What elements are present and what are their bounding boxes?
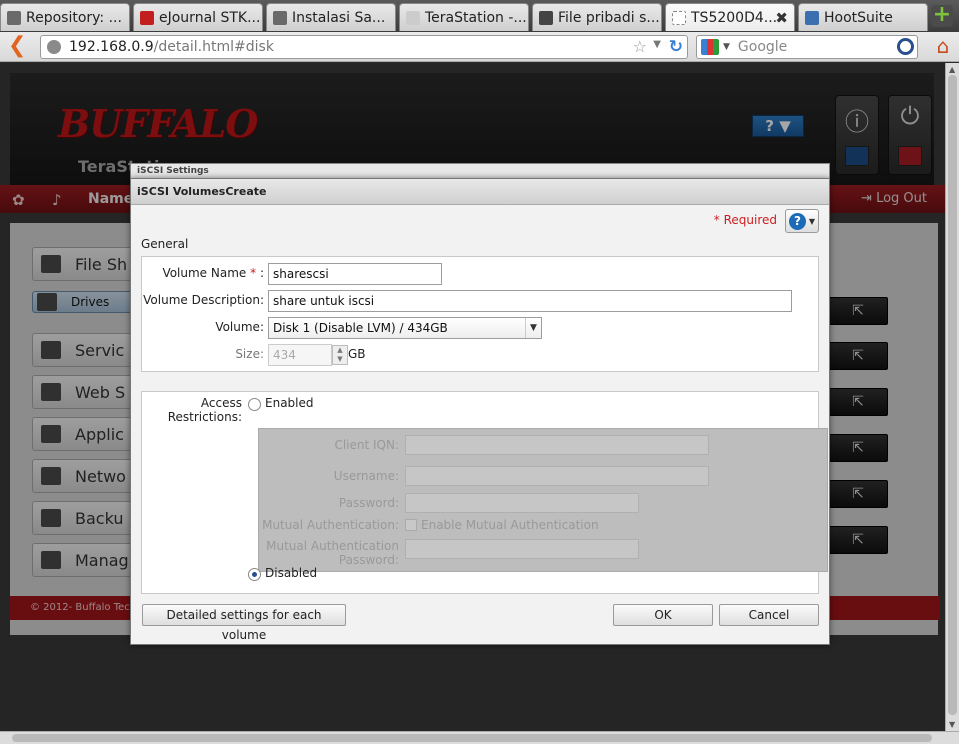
browser-tab[interactable]: Instalasi Sa...: [266, 3, 396, 31]
address-bar[interactable]: 192.168.0.9/detail.html#disk ☆ ▼ ↻: [40, 35, 688, 59]
new-tab-button[interactable]: +: [931, 4, 953, 27]
vertical-scrollbar[interactable]: ▲ ▼: [945, 63, 959, 731]
folder-icon: [539, 10, 553, 25]
close-tab-icon[interactable]: ✖: [775, 9, 788, 27]
search-box[interactable]: ▼ Google: [696, 35, 918, 59]
access-restrictions-fieldset: Access Restrictions: Enabled Client IQN: …: [141, 391, 828, 594]
ok-button[interactable]: OK: [613, 604, 713, 626]
reload-icon[interactable]: ↻: [669, 37, 683, 57]
scroll-thumb[interactable]: [948, 75, 957, 715]
url-host: 192.168.0.9: [69, 39, 154, 55]
username-input[interactable]: [405, 466, 709, 486]
section-general-title: General: [141, 237, 189, 251]
client-iqn-input[interactable]: [405, 435, 709, 455]
browser-toolbar: ❮ 192.168.0.9/detail.html#disk ☆ ▼ ↻ ▼ G…: [0, 32, 959, 62]
volume-description-label: Volume Description:: [143, 293, 264, 307]
google-icon: [701, 39, 719, 55]
browser-tab-active[interactable]: TS5200D4... ✖: [665, 3, 795, 31]
hootsuite-icon: [805, 10, 819, 25]
volume-name-label: Volume Name * :: [162, 266, 264, 280]
size-stepper[interactable]: ▲ ▼: [332, 345, 348, 365]
browser-tab[interactable]: eJournal STK...: [133, 3, 263, 31]
enable-mutual-auth-checkbox[interactable]: [405, 519, 417, 531]
horizontal-scrollbar[interactable]: [0, 731, 959, 744]
back-arrow-icon[interactable]: ❮: [8, 35, 30, 59]
page-icon: [273, 10, 287, 25]
volume-select[interactable]: Disk 1 (Disable LVM) / 434GB ▼: [268, 317, 542, 339]
search-icon[interactable]: [897, 38, 914, 55]
scroll-up-icon[interactable]: ▲: [949, 65, 955, 74]
required-mark: *: [250, 266, 257, 280]
browser-tab-bar: Repository: ... eJournal STK... Instalas…: [0, 0, 959, 32]
disabled-radio[interactable]: [248, 568, 261, 581]
home-icon[interactable]: ⌂: [931, 35, 955, 57]
browser-tab[interactable]: Repository: ...: [0, 3, 130, 31]
volume-description-input[interactable]: share untuk iscsi: [268, 290, 792, 312]
page-icon: [7, 10, 21, 25]
iscsi-volume-create-dialog: iSCSI VolumesCreate * Required ? ▼ Genera…: [130, 178, 830, 645]
restrictions-disabled-panel: Client IQN: Username: Password: Mutual A…: [258, 428, 828, 572]
mutual-auth-password-input[interactable]: [405, 539, 639, 559]
search-placeholder: Google: [737, 39, 788, 55]
enabled-radio[interactable]: [248, 398, 261, 411]
browser-tab[interactable]: HootSuite: [798, 3, 928, 31]
page-icon: [406, 10, 420, 25]
required-legend: * Required: [713, 213, 777, 227]
client-iqn-label: Client IQN:: [334, 438, 399, 452]
size-input[interactable]: 434: [268, 344, 332, 366]
globe-icon: [47, 40, 61, 54]
bookmark-star-icon[interactable]: ☆: [633, 37, 647, 56]
enable-mutual-auth-label: Enable Mutual Authentication: [421, 518, 599, 532]
browser-tab[interactable]: TeraStation -...: [399, 3, 529, 31]
engine-dropdown-icon[interactable]: ▼: [723, 42, 730, 52]
browser-tab[interactable]: File pribadi s...: [532, 3, 662, 31]
password-input[interactable]: [405, 493, 639, 513]
volume-label: Volume:: [215, 320, 264, 334]
ejournal-icon: [140, 10, 154, 25]
password-label: Password:: [338, 496, 399, 510]
scroll-down-icon[interactable]: ▼: [949, 720, 955, 729]
username-label: Username:: [333, 469, 399, 483]
mutual-auth-label: Mutual Authentication:: [262, 518, 399, 532]
disabled-label: Disabled: [265, 566, 318, 580]
enabled-label: Enabled: [265, 396, 314, 410]
scroll-thumb[interactable]: [12, 734, 932, 742]
url-path: /detail.html#disk: [153, 39, 274, 55]
access-restrictions-label: Access Restrictions:: [167, 396, 242, 424]
dialog-title: iSCSI VolumesCreate: [131, 179, 829, 205]
size-unit: GB: [348, 347, 366, 361]
dropdown-arrow-icon[interactable]: ▼: [653, 39, 661, 50]
chevron-down-icon: ▼: [808, 217, 815, 226]
volume-name-input[interactable]: sharescsi: [268, 263, 442, 285]
detailed-settings-button[interactable]: Detailed settings for each volume: [142, 604, 346, 642]
help-dropdown-button[interactable]: ? ▼: [785, 209, 819, 233]
page-icon: [672, 10, 686, 25]
general-fieldset: Volume Name * : sharescsi Volume Descrip…: [141, 256, 819, 372]
chevron-down-icon: ▼: [525, 318, 541, 338]
cancel-button[interactable]: Cancel: [719, 604, 819, 626]
size-label: Size:: [235, 347, 264, 361]
mutual-auth-password-label: Mutual Authentication Password:: [266, 539, 399, 567]
help-icon: ?: [789, 213, 806, 230]
